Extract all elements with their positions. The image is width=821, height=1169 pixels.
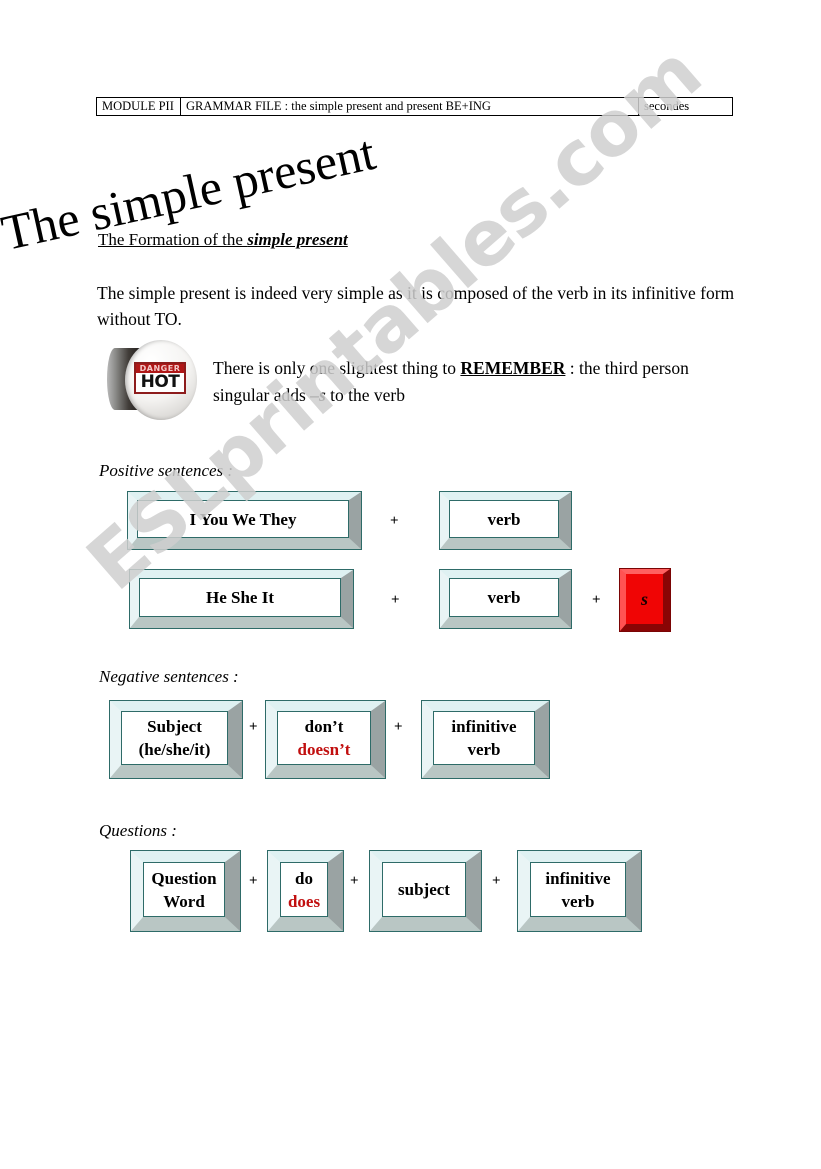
diagram-box-negative-2: don’t doesn’t <box>265 700 386 779</box>
diagram-box-line: verb <box>487 588 521 607</box>
diagram-box-positive-2: verb <box>439 569 572 629</box>
badge-hot-text: HOT <box>140 372 180 392</box>
plus-sign-negative: + <box>394 719 403 735</box>
plus-sign-questions: + <box>492 873 501 889</box>
badge-label: DANGER HOT <box>134 362 186 394</box>
diagram-box-line: doesn’t <box>297 740 351 759</box>
diagram-box-line: infinitive <box>545 868 611 888</box>
section-label-questions: Questions : <box>99 821 177 840</box>
plus-sign-questions: + <box>249 873 258 889</box>
diagram-box-questions-6: infinitive verb <box>517 850 642 932</box>
plus-sign-positive: + <box>592 592 601 608</box>
plus-sign-questions: + <box>350 873 359 889</box>
diagram-box-questions-4: subject <box>369 850 482 932</box>
diagram-box-questions-2: do does <box>267 850 344 932</box>
document-header-table: MODULE PII GRAMMAR FILE : the simple pre… <box>96 97 733 116</box>
diagram-box-inner: do does <box>280 862 328 917</box>
diagram-box-inner: don’t doesn’t <box>277 711 371 765</box>
diagram-box-line: verb <box>561 891 595 911</box>
intro-paragraph: The simple present is indeed very simple… <box>97 283 735 329</box>
diagram-box-line: do <box>295 868 313 888</box>
plus-sign-positive: + <box>391 592 400 608</box>
header-cell-module: MODULE PII <box>97 98 181 115</box>
diagram-box-inner: infinitive verb <box>530 862 626 917</box>
formation-heading: The Formation of the simple present <box>98 230 348 250</box>
diagram-box-inner: Subject (he/she/it) <box>121 711 228 765</box>
key-box-s: s <box>619 568 671 632</box>
diagram-box-line: Word <box>163 891 205 911</box>
diagram-box-inner: He She It <box>139 578 341 617</box>
section-label-positive: Positive sentences : <box>99 461 234 480</box>
key-box-s-label: s <box>640 588 648 609</box>
diagram-box-questions-0: Question Word <box>130 850 241 932</box>
diagram-box-line: subject <box>398 880 450 899</box>
header-cell-duration: secondes <box>644 99 690 113</box>
plus-sign-positive: + <box>390 513 399 529</box>
diagram-box-line: He She It <box>206 588 274 607</box>
diagram-box-positive-0: He She It <box>129 569 354 629</box>
key-box-s-inner: s <box>626 574 663 624</box>
diagram-box-inner: subject <box>382 862 466 917</box>
remember-text: There is only one slightest thing to REM… <box>213 355 743 409</box>
diagram-box-inner: infinitive verb <box>433 711 535 765</box>
formation-heading-emphasis: simple present <box>247 230 348 249</box>
diagram-box-line: infinitive <box>451 717 517 736</box>
diagram-box-inner: verb <box>449 578 559 617</box>
diagram-box-line: I You We They <box>189 509 297 529</box>
diagram-box-line: verb <box>487 509 521 529</box>
diagram-box-negative-0: Subject (he/she/it) <box>109 700 243 779</box>
diagram-box-line: does <box>287 891 321 911</box>
diagram-box-negative-4: infinitive verb <box>421 700 550 779</box>
diagram-box-line: don’t <box>304 717 344 736</box>
header-cell-grammar-file: GRAMMAR FILE : the simple present and pr… <box>181 98 639 115</box>
diagram-box-inner: I You We They <box>137 500 349 538</box>
diagram-box-inner: verb <box>449 500 559 538</box>
remember-suffix: –s <box>310 385 326 405</box>
diagram-box-inner: Question Word <box>143 862 225 917</box>
diagram-box-line: (he/she/it) <box>138 740 211 759</box>
remember-keyword: REMEMBER <box>460 358 566 378</box>
plus-sign-negative: + <box>249 719 258 735</box>
diagram-box-positive-0: I You We They <box>127 491 362 550</box>
diagram-box-line: verb <box>467 740 501 759</box>
remember-text-after: to the verb <box>325 385 405 405</box>
remember-text-before: There is only one slightest thing to <box>213 358 461 378</box>
diagram-box-line: Subject <box>147 717 202 736</box>
badge-disc: DANGER HOT <box>125 340 197 420</box>
danger-hot-badge-icon: DANGER HOT <box>105 340 197 424</box>
diagram-box-positive-2: verb <box>439 491 572 550</box>
diagram-box-line: Question <box>151 868 217 888</box>
section-label-negative: Negative sentences : <box>99 667 239 686</box>
